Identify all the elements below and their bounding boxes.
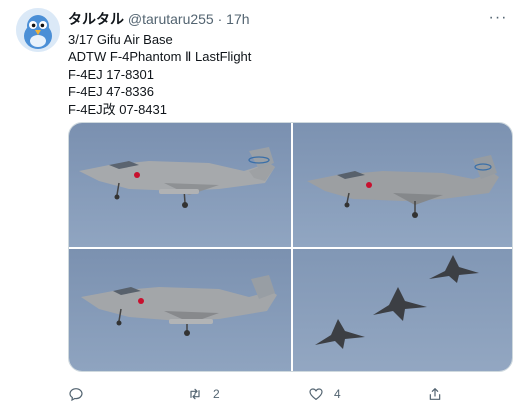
retweet-count: 2	[213, 387, 220, 401]
more-options-icon[interactable]: ···	[488, 8, 508, 28]
user-handle[interactable]: @tarutaru255	[128, 11, 214, 27]
tweet-text-line: F-4EJ 17-8301	[68, 66, 154, 82]
display-name[interactable]: タルタル	[68, 11, 124, 27]
reply-icon	[69, 388, 83, 402]
f4-phantom-photo	[69, 123, 291, 247]
share-icon	[429, 388, 441, 400]
photo-1[interactable]	[69, 123, 291, 247]
share-button[interactable]	[427, 384, 453, 404]
tweet-text: 3/17 Gifu Air Base ADTW F-4Phantom Ⅱ Las…	[68, 31, 251, 118]
photo-2[interactable]	[293, 123, 512, 247]
tweet-header: タルタル @tarutaru255 · 17h	[68, 10, 250, 28]
like-button[interactable]: 4	[308, 384, 341, 404]
photo-3[interactable]	[69, 249, 291, 371]
tweet-text-line: F-4EJ 47-8336	[68, 84, 154, 100]
tweet-text-line: 3/17 Gifu Air Base	[68, 32, 173, 47]
timestamp[interactable]: 17h	[226, 11, 249, 27]
heart-icon	[309, 388, 323, 400]
avatar[interactable]	[16, 8, 60, 52]
avatar-bird-icon	[16, 8, 60, 52]
tweet-text-line: F-4EJ改 07-8431	[68, 101, 167, 117]
like-count: 4	[334, 387, 341, 401]
retweet-icon	[190, 388, 200, 400]
tweet-actions: 2 4	[68, 384, 513, 404]
tweet-text-line: ADTW F-4Phantom Ⅱ LastFlight	[68, 49, 252, 65]
separator-dot: ·	[217, 11, 223, 27]
media-grid	[68, 122, 513, 372]
retweet-button[interactable]: 2	[187, 384, 220, 404]
f4-phantom-photo	[69, 249, 291, 371]
f4-phantom-photo	[293, 123, 512, 247]
photo-4[interactable]	[293, 249, 512, 371]
formation-photo	[293, 249, 512, 371]
tweet: タルタル @tarutaru255 · 17h ··· 3/17 Gifu Ai…	[0, 0, 522, 411]
reply-button[interactable]	[68, 384, 94, 404]
